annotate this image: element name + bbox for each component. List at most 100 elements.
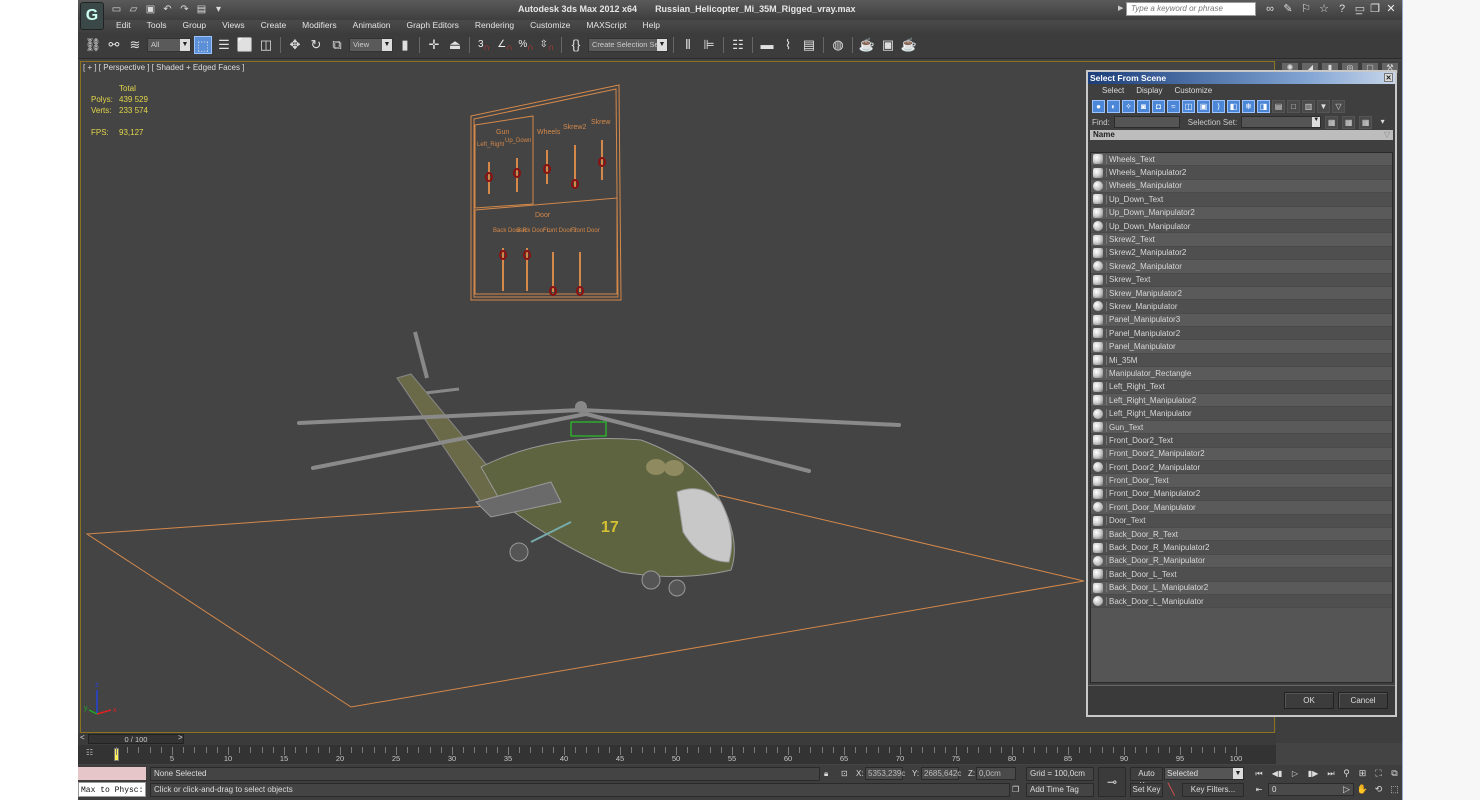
list-item[interactable]: Up_Down_Manipulator bbox=[1091, 219, 1392, 234]
menu-views[interactable]: Views bbox=[214, 18, 253, 32]
select-object-icon[interactable]: ⬚ bbox=[194, 36, 212, 54]
set-keys-key-icon[interactable]: ⊸ bbox=[1098, 767, 1126, 797]
curve-editor-icon[interactable]: ⌇ bbox=[779, 36, 797, 54]
qa-dropdown-icon[interactable]: ▾ bbox=[212, 3, 225, 16]
open-mini-curve-editor-icon[interactable]: ☷ bbox=[86, 748, 100, 760]
list-item[interactable]: Skrew_Manipulator bbox=[1091, 300, 1392, 314]
menu-group[interactable]: Group bbox=[175, 18, 215, 32]
named-selection-set-dropdown[interactable]: Create Selection Se ▼ bbox=[588, 38, 668, 52]
helicopter-model[interactable]: 17 bbox=[297, 331, 901, 597]
add-to-set-icon[interactable]: ▦ bbox=[1342, 115, 1356, 129]
previous-frame-icon[interactable]: ◀▮ bbox=[1270, 767, 1284, 781]
render-production-icon[interactable]: ☕ bbox=[900, 36, 918, 54]
dialog-menu-display[interactable]: Display bbox=[1130, 84, 1168, 98]
schematic-view-icon[interactable]: ▤ bbox=[800, 36, 818, 54]
zoom-extents-icon[interactable]: ⛶ bbox=[1372, 767, 1385, 780]
select-manipulate-icon[interactable]: ✛ bbox=[425, 36, 443, 54]
display-all-icon[interactable]: ▤ bbox=[1272, 100, 1285, 113]
angle-snap-icon[interactable]: ∠∩ bbox=[496, 36, 514, 54]
mirror-icon[interactable]: ⫴ bbox=[679, 36, 697, 54]
next-frame-arrow-icon[interactable]: > bbox=[178, 733, 183, 742]
list-item[interactable]: Wheels_Manipulator bbox=[1091, 179, 1392, 194]
list-item[interactable]: Front_Door2_Manipulator2 bbox=[1091, 447, 1392, 461]
list-item[interactable]: Back_Door_L_Manipulator2 bbox=[1091, 581, 1392, 595]
go-to-start-icon[interactable]: ⏮ bbox=[1252, 767, 1266, 781]
display-frozen-icon[interactable]: ❄ bbox=[1242, 100, 1255, 113]
undo-icon[interactable]: ↶ bbox=[161, 3, 174, 16]
list-item[interactable]: Back_Door_R_Manipulator2 bbox=[1091, 541, 1392, 555]
rectangular-selection-icon[interactable]: ⬜ bbox=[236, 36, 254, 54]
ok-button[interactable]: OK bbox=[1284, 692, 1334, 709]
time-slider-thumb[interactable]: 0 / 100 bbox=[88, 734, 184, 744]
menu-modifiers[interactable]: Modifiers bbox=[294, 18, 344, 32]
display-invert-icon[interactable]: ▥ bbox=[1302, 100, 1315, 113]
select-set-icon[interactable]: ▦ bbox=[1325, 115, 1339, 129]
menu-animation[interactable]: Animation bbox=[345, 18, 399, 32]
spinner-snap-icon[interactable]: ⇳∩ bbox=[538, 36, 556, 54]
dialog-menu-select[interactable]: Select bbox=[1096, 84, 1130, 98]
maxscript-listener-output[interactable] bbox=[78, 767, 146, 780]
favorites-star-icon[interactable]: ☆ bbox=[1318, 2, 1330, 16]
new-file-icon[interactable]: ▭ bbox=[110, 3, 123, 16]
keyboard-shortcut-override-icon[interactable]: ⏏ bbox=[446, 36, 464, 54]
display-groups-icon[interactable]: ◫ bbox=[1182, 100, 1195, 113]
list-item[interactable]: Wheels_Text bbox=[1091, 153, 1392, 167]
orbit-icon[interactable]: ⟲ bbox=[1372, 783, 1385, 796]
list-item[interactable]: Wheels_Manipulator2 bbox=[1091, 166, 1392, 180]
list-item[interactable]: Left_Right_Manipulator2 bbox=[1091, 394, 1392, 408]
z-coord-input[interactable]: 0,0cm bbox=[976, 767, 1016, 780]
set-key-button[interactable]: Set Key bbox=[1130, 783, 1163, 797]
list-item[interactable]: Skrew_Manipulator2 bbox=[1091, 286, 1392, 301]
field-of-view-icon[interactable]: ▷ bbox=[1340, 783, 1353, 796]
list-item[interactable]: Panel_Manipulator2 bbox=[1091, 327, 1392, 341]
default-in-out-tangent-icon[interactable]: ╲ bbox=[1168, 783, 1175, 796]
key-mode-dropdown[interactable]: Selected ▼ bbox=[1164, 767, 1244, 780]
select-by-name-icon[interactable]: ☰ bbox=[215, 36, 233, 54]
list-item[interactable]: Front_Door2_Text bbox=[1091, 434, 1392, 448]
display-spacewarps-icon[interactable]: ≈ bbox=[1167, 100, 1180, 113]
select-and-link-icon[interactable]: ⛓ bbox=[84, 36, 102, 54]
subscription-icon[interactable]: ✎ bbox=[1282, 2, 1294, 16]
zoom-extents-all-icon[interactable]: ⧉ bbox=[1388, 767, 1401, 780]
track-bar[interactable]: ☷ 5 10 15 20 25 30 35 40 45 50 55 60 65 70 75 80 85 90 95 1… bbox=[78, 745, 1276, 764]
list-item[interactable]: Door_Text bbox=[1091, 514, 1392, 528]
absolute-mode-icon[interactable]: ⊡ bbox=[841, 769, 848, 778]
play-icon[interactable]: ▷ bbox=[1288, 767, 1302, 781]
pan-hand-icon[interactable]: ✋ bbox=[1356, 783, 1369, 796]
layer-manager-icon[interactable]: ☷ bbox=[729, 36, 747, 54]
dialog-close-icon[interactable]: ✕ bbox=[1384, 73, 1393, 82]
list-item[interactable]: Mi_35M bbox=[1091, 353, 1392, 368]
render-setup-icon[interactable]: ☕ bbox=[858, 36, 876, 54]
filter-options-icon[interactable]: ▽ bbox=[1332, 100, 1345, 113]
help-icon[interactable]: ? bbox=[1336, 2, 1348, 16]
display-bones-icon[interactable]: ⟩ bbox=[1212, 100, 1225, 113]
display-helpers-icon[interactable]: ◘ bbox=[1152, 100, 1165, 113]
list-item[interactable]: Skrew_Text bbox=[1091, 273, 1392, 287]
infocenter-search-input[interactable]: Type a keyword or phrase bbox=[1126, 2, 1256, 16]
menu-tools[interactable]: Tools bbox=[139, 18, 175, 32]
list-item[interactable]: Skrew2_Text bbox=[1091, 233, 1392, 247]
scene-object-list[interactable]: Wheels_Text Wheels_Manipulator2 Wheels_Man… bbox=[1090, 152, 1393, 683]
display-containers-icon[interactable]: ◧ bbox=[1227, 100, 1240, 113]
key-mode-toggle-icon[interactable]: ⇤ bbox=[1252, 783, 1266, 797]
display-xrefs-icon[interactable]: ▣ bbox=[1197, 100, 1210, 113]
bind-to-space-warp-icon[interactable]: ≋ bbox=[126, 36, 144, 54]
list-item[interactable]: Panel_Manipulator3 bbox=[1091, 313, 1392, 328]
list-item[interactable]: Up_Down_Text bbox=[1091, 193, 1392, 207]
y-coord-input[interactable]: 2685,642c bbox=[921, 767, 961, 780]
snaps-toggle-icon[interactable]: 3∩ bbox=[475, 36, 493, 54]
go-to-end-icon[interactable]: ⏭ bbox=[1324, 767, 1338, 781]
zoom-icon[interactable]: ⚲ bbox=[1340, 767, 1353, 780]
minimize-icon[interactable]: _ bbox=[1354, 2, 1364, 16]
list-item[interactable]: Front_Door2_Manipulator bbox=[1091, 460, 1392, 475]
list-item[interactable]: Front_Door_Text bbox=[1091, 474, 1392, 488]
material-editor-icon[interactable]: ◍ bbox=[829, 36, 847, 54]
cancel-button[interactable]: Cancel bbox=[1338, 692, 1388, 709]
list-item[interactable]: Left_Right_Text bbox=[1091, 380, 1392, 395]
window-crossing-icon[interactable]: ◫ bbox=[257, 36, 275, 54]
next-frame-icon[interactable]: ▮▶ bbox=[1306, 767, 1320, 781]
open-file-icon[interactable]: ▱ bbox=[127, 3, 140, 16]
select-and-scale-icon[interactable]: ⧉ bbox=[328, 36, 346, 54]
list-item[interactable]: Back_Door_L_Text bbox=[1091, 568, 1392, 582]
display-cameras-icon[interactable]: ◙ bbox=[1137, 100, 1150, 113]
